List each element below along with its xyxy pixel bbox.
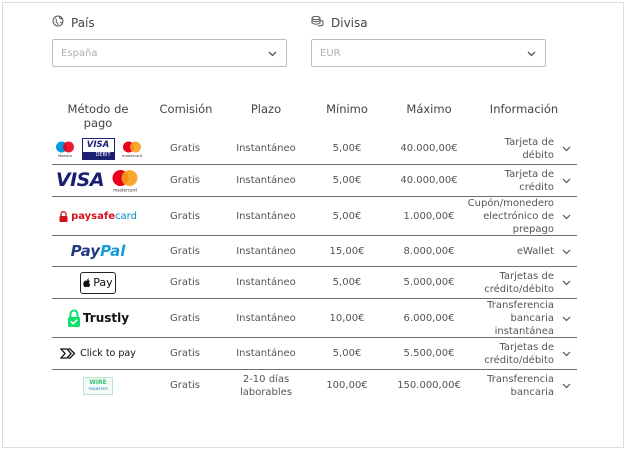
chevron-down-icon[interactable] — [558, 299, 574, 337]
header-term: Plazo — [250, 102, 282, 116]
globe-icon — [52, 15, 64, 30]
country-select[interactable]: España — [52, 39, 287, 67]
chevron-down-icon[interactable] — [558, 338, 574, 369]
svg-text:mastercard: mastercard — [113, 187, 137, 192]
country-label-text: País — [71, 15, 95, 30]
info-cell: eWallet — [516, 245, 554, 257]
header-info: Información — [489, 102, 559, 116]
header-commission: Comisión — [159, 102, 213, 116]
commission-cell: Gratis — [170, 143, 200, 154]
visa-mastercard-logo: VISA mastercard — [52, 165, 144, 196]
header-max: Máximo — [406, 102, 452, 116]
mastercard-logo: mastercard — [122, 141, 142, 158]
term-cell: Instantáneo — [236, 175, 296, 186]
svg-text:Maestro: Maestro — [57, 154, 71, 158]
info-cell: Cupón/monedero electrónico de prepago — [467, 197, 554, 235]
table-row[interactable]: WIRE TRANSFER Gratis 2-10 días laborable… — [52, 370, 577, 401]
term-cell: Instantáneo — [236, 143, 296, 154]
apple-icon — [83, 277, 91, 287]
min-cell: 10,00€ — [329, 312, 365, 324]
chevron-down-icon[interactable] — [558, 133, 574, 164]
maestro-visa-debit-mastercard-logo: Maestro VISA DEBIT mastercard — [52, 133, 144, 164]
min-cell: 5,00€ — [332, 143, 362, 154]
wire-transfer-logo: WIRE TRANSFER — [52, 370, 144, 401]
table-row[interactable]: Pay Gratis Instantáneo 5,00€ 5.000,00€ T… — [52, 267, 577, 299]
min-cell: 100,00€ — [326, 380, 368, 391]
term-cell: Instantáneo — [236, 348, 296, 359]
click-to-pay-icon — [60, 348, 76, 359]
term-cell: Instantáneo — [236, 245, 296, 257]
info-cell: Tarjeta de crédito — [504, 168, 554, 193]
svg-text:mastercard: mastercard — [122, 154, 142, 158]
max-cell: 1.000,00€ — [403, 210, 455, 222]
max-cell: 40.000,00€ — [400, 175, 458, 186]
visa-debit-logo: VISA DEBIT — [81, 137, 115, 160]
chevron-down-icon[interactable] — [558, 165, 574, 196]
chevron-down-icon — [527, 49, 536, 61]
commission-cell: Gratis — [170, 277, 200, 288]
table-row[interactable]: paysafe card Gratis Instantáneo 5,00€ 1.0… — [52, 197, 577, 236]
max-cell: 40.000,00€ — [400, 143, 458, 154]
max-cell: 150.000,00€ — [397, 380, 461, 391]
min-cell: 5,00€ — [332, 210, 362, 222]
coins-icon — [311, 15, 324, 30]
term-cell: Instantáneo — [236, 277, 296, 288]
info-cell: Transferencia bancaria instantánea — [487, 299, 554, 337]
info-cell: Tarjeta de débito — [504, 136, 554, 161]
visa-logo: VISA — [55, 169, 105, 191]
currency-label-text: Divisa — [331, 15, 368, 30]
click-to-pay-logo: Click to pay — [52, 338, 144, 369]
paypal-logo: Pay Pal — [70, 241, 126, 260]
currency-select-value: EUR — [320, 47, 341, 59]
max-cell: 5.500,00€ — [403, 348, 455, 359]
commission-cell: Gratis — [170, 245, 200, 257]
info-cell: Tarjetas de crédito/débito — [484, 341, 554, 366]
trustly-lock-icon — [67, 309, 80, 327]
header-method: Método de pago — [67, 102, 129, 130]
min-cell: 5,00€ — [332, 175, 362, 186]
info-cell: Transferencia bancaria — [487, 373, 554, 398]
currency-select[interactable]: EUR — [311, 39, 546, 67]
maestro-logo: Maestro — [55, 141, 74, 158]
max-cell: 6.000,00€ — [403, 312, 455, 324]
term-cell: Instantáneo — [236, 312, 296, 324]
min-cell: 15,00€ — [329, 245, 365, 257]
chevron-down-icon[interactable] — [558, 236, 574, 266]
commission-cell: Gratis — [170, 210, 200, 222]
min-cell: 5,00€ — [332, 277, 362, 288]
chevron-down-icon[interactable] — [558, 267, 574, 298]
chevron-down-icon[interactable] — [558, 370, 574, 401]
currency-label: Divisa — [311, 15, 368, 30]
header-min: Mínimo — [326, 102, 368, 116]
mastercard-logo: mastercard — [112, 169, 138, 192]
chevron-down-icon — [268, 49, 277, 61]
info-cell: Tarjetas de crédito/débito — [484, 270, 554, 295]
table-row[interactable]: Trustly Gratis Instantáneo 10,00€ 6.000,… — [52, 299, 577, 338]
max-cell: 8.000,00€ — [403, 245, 455, 257]
commission-cell: Gratis — [170, 312, 200, 324]
table-row[interactable]: VISA mastercard Gratis Instantáneo 5,00€… — [52, 165, 577, 197]
term-cell: Instantáneo — [236, 210, 296, 222]
commission-cell: Gratis — [170, 380, 200, 391]
min-cell: 5,00€ — [332, 348, 362, 359]
table-row[interactable]: Maestro VISA DEBIT mastercard Gratis Ins… — [52, 133, 577, 165]
term-cell: 2-10 días laborables — [239, 373, 293, 398]
chevron-down-icon[interactable] — [558, 197, 574, 235]
lock-icon — [59, 210, 68, 222]
commission-cell: Gratis — [170, 175, 200, 186]
table-row[interactable]: Click to pay Gratis Instantáneo 5,00€ 5.… — [52, 338, 577, 370]
max-cell: 5.000,00€ — [403, 277, 455, 288]
commission-cell: Gratis — [170, 348, 200, 359]
country-select-value: España — [61, 47, 98, 59]
paysafecard-logo: paysafe card — [52, 197, 144, 235]
apple-pay-logo: Pay — [52, 267, 144, 298]
table-row[interactable]: Pay Pal Gratis Instantáneo 15,00€ 8.000,0… — [52, 236, 577, 267]
trustly-logo: Trustly — [52, 299, 144, 337]
country-label: País — [52, 15, 95, 30]
